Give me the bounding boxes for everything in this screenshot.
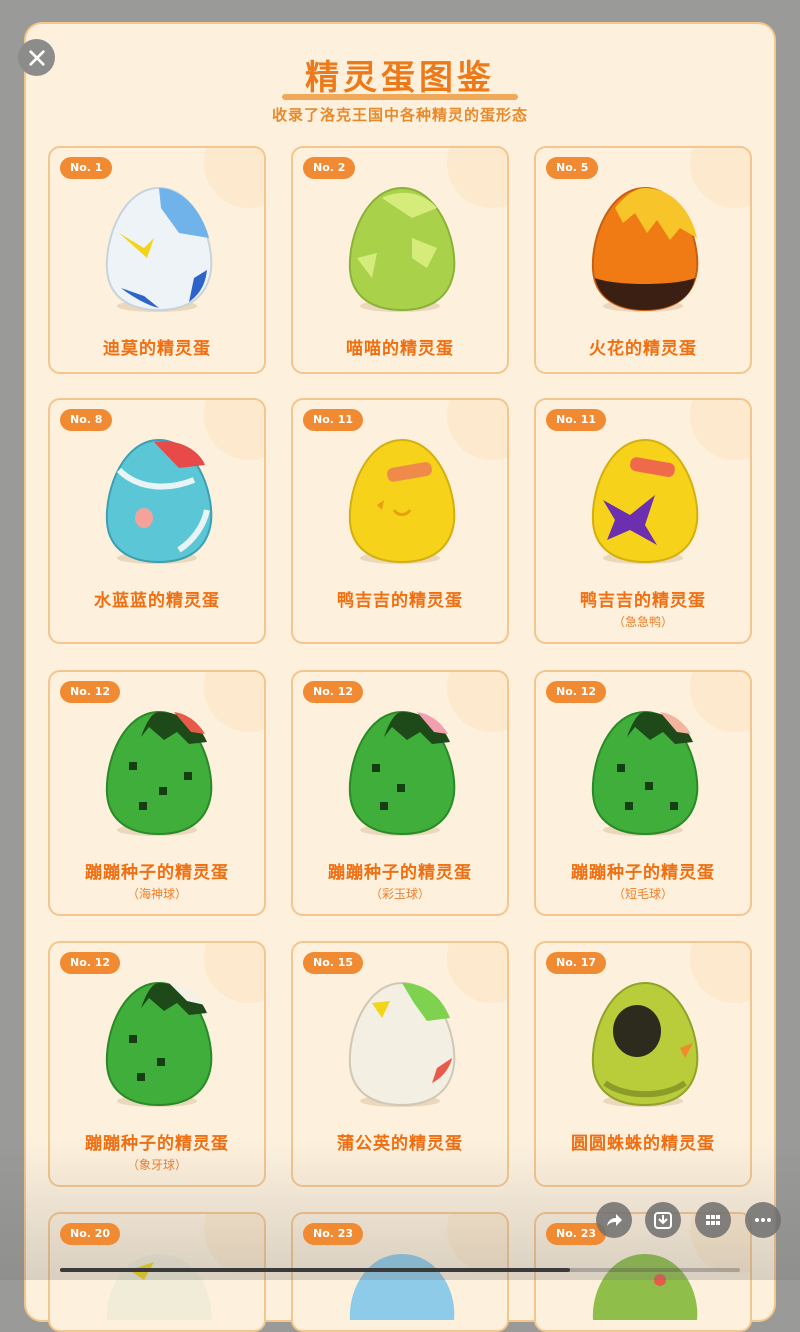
share-button[interactable] bbox=[596, 1202, 632, 1238]
progress-fill bbox=[60, 1268, 570, 1272]
number-badge: No. 15 bbox=[303, 952, 364, 974]
number-badge: No. 17 bbox=[546, 952, 607, 974]
number-badge: No. 2 bbox=[303, 157, 356, 179]
yellow-egg-icon bbox=[342, 430, 462, 570]
egg-card[interactable]: No. 1 迪莫的精灵蛋 bbox=[48, 146, 266, 374]
egg-name: 迪莫的精灵蛋 bbox=[103, 339, 211, 359]
bottom-overlay bbox=[0, 1140, 800, 1280]
page-title: 精灵蛋图鉴 bbox=[305, 58, 495, 98]
number-badge: No. 1 bbox=[60, 157, 113, 179]
number-badge: No. 8 bbox=[60, 409, 113, 431]
green-pink-egg-icon bbox=[342, 702, 462, 842]
egg-name: 蹦蹦种子的精灵蛋 bbox=[85, 863, 229, 883]
orange-black-egg-icon bbox=[585, 178, 705, 318]
yellow-purple-egg-icon bbox=[585, 430, 705, 570]
egg-name: 鸭吉吉的精灵蛋 bbox=[337, 591, 463, 611]
close-button[interactable] bbox=[18, 39, 55, 76]
number-badge: No. 11 bbox=[303, 409, 364, 431]
olive-egg-icon bbox=[585, 973, 705, 1113]
download-icon bbox=[654, 1212, 672, 1229]
egg-variant: （短毛球） bbox=[612, 887, 673, 901]
download-button[interactable] bbox=[645, 1202, 681, 1238]
egg-name: 水蓝蓝的精灵蛋 bbox=[94, 591, 220, 611]
egg-card[interactable]: No. 5 火花的精灵蛋 bbox=[534, 146, 752, 374]
egg-card[interactable]: No. 12 蹦蹦种子的精灵蛋 （短毛球） bbox=[534, 670, 752, 916]
number-badge: No. 23 bbox=[303, 1223, 364, 1245]
video-progress-bar[interactable] bbox=[60, 1268, 740, 1272]
egg-name: 蹦蹦种子的精灵蛋 bbox=[571, 863, 715, 883]
more-icon bbox=[755, 1218, 771, 1222]
green-egg-icon bbox=[99, 702, 219, 842]
egg-card[interactable]: No. 8 水蓝蓝的精灵蛋 bbox=[48, 398, 266, 644]
green-white-egg-icon bbox=[99, 973, 219, 1113]
egg-name: 火花的精灵蛋 bbox=[589, 339, 697, 359]
egg-card[interactable]: No. 11 鸭吉吉的精灵蛋 bbox=[291, 398, 509, 644]
egg-name: 鸭吉吉的精灵蛋 bbox=[580, 591, 706, 611]
number-badge: No. 20 bbox=[60, 1223, 121, 1245]
egg-variant: （急急鸭） bbox=[612, 615, 673, 629]
egg-variant: （彩玉球） bbox=[369, 887, 430, 901]
cyan-egg-icon bbox=[99, 430, 219, 570]
white-green-egg-icon bbox=[342, 973, 462, 1113]
egg-card[interactable]: No. 12 蹦蹦种子的精灵蛋 （彩玉球） bbox=[291, 670, 509, 916]
number-badge: No. 12 bbox=[303, 681, 364, 703]
egg-card[interactable]: No. 11 鸭吉吉的精灵蛋 （急急鸭） bbox=[534, 398, 752, 644]
page-subtitle: 收录了洛克王国中各种精灵的蛋形态 bbox=[271, 106, 528, 124]
number-badge: No. 12 bbox=[60, 681, 121, 703]
green-egg-icon bbox=[585, 702, 705, 842]
blue-white-egg-icon bbox=[99, 178, 219, 318]
grid-icon bbox=[706, 1215, 720, 1225]
egg-card[interactable]: No. 12 蹦蹦种子的精灵蛋 （海神球） bbox=[48, 670, 266, 916]
share-icon bbox=[607, 1214, 622, 1226]
green-yellow-egg-icon bbox=[342, 178, 462, 318]
egg-name: 蹦蹦种子的精灵蛋 bbox=[328, 863, 472, 883]
egg-name: 喵喵的精灵蛋 bbox=[346, 339, 454, 359]
number-badge: No. 11 bbox=[546, 409, 607, 431]
number-badge: No. 12 bbox=[546, 681, 607, 703]
egg-variant: （海神球） bbox=[126, 887, 187, 901]
number-badge: No. 5 bbox=[546, 157, 599, 179]
close-icon bbox=[28, 49, 45, 66]
title-underline bbox=[282, 94, 518, 100]
egg-card[interactable]: No. 2 喵喵的精灵蛋 bbox=[291, 146, 509, 374]
grid-button[interactable] bbox=[695, 1202, 731, 1238]
more-button[interactable] bbox=[745, 1202, 781, 1238]
number-badge: No. 12 bbox=[60, 952, 121, 974]
